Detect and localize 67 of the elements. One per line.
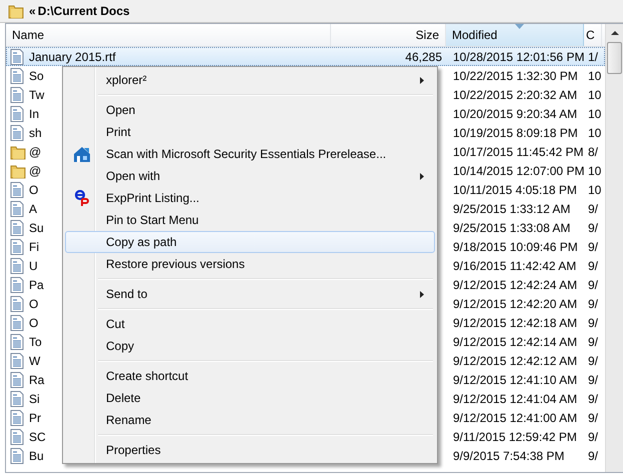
file-name: January 2015.rtf [29, 50, 116, 64]
file-name: To [29, 334, 42, 348]
file-name: Su [29, 220, 44, 234]
file-name: O [29, 316, 38, 330]
table-cell: 9/ [588, 392, 598, 406]
file-name: sh [29, 126, 42, 140]
file-name: Ra [29, 372, 44, 386]
file-name: Pr [29, 410, 41, 424]
file-name: Bu [29, 448, 44, 462]
modified-date: 9/12/2015 12:41:00 AM [453, 410, 578, 424]
modified-date: 9/12/2015 12:41:04 AM [453, 392, 578, 406]
table-cell: 10 [588, 106, 602, 120]
file-size: 46,285 [405, 50, 442, 64]
file-name: @ [29, 144, 42, 158]
table-cell: 10 [588, 182, 602, 196]
file-name: @ [29, 164, 42, 178]
file-name: SC [29, 430, 46, 444]
table-cell: 9/ [588, 202, 598, 216]
table-cell: 9/ [588, 278, 598, 292]
file-name: Si [29, 392, 40, 406]
modified-date: 10/20/2015 9:20:34 AM [453, 106, 578, 120]
table-cell: 10 [588, 126, 602, 140]
modified-date: 9/12/2015 12:41:10 AM [453, 372, 578, 386]
file-name: O [29, 182, 38, 196]
modified-date: 9/12/2015 12:42:18 AM [453, 316, 578, 330]
modified-date: 9/18/2015 10:09:46 PM [453, 240, 578, 254]
table-cell: 9/ [588, 372, 598, 386]
modified-date: 9/16/2015 11:42:42 AM [453, 258, 576, 272]
file-name: U [29, 258, 38, 272]
modified-date: 10/22/2015 2:20:32 AM [453, 88, 578, 102]
table-cell: 9/ [588, 240, 598, 254]
modified-date: 9/11/2015 12:59:42 PM [453, 430, 577, 444]
modified-date: 9/12/2015 12:42:24 AM [453, 278, 578, 292]
file-name: Pa [29, 278, 44, 292]
table-cell: 10 [588, 68, 602, 82]
table-cell: 9/ [588, 316, 598, 330]
modified-date: 9/12/2015 12:42:20 AM [453, 296, 578, 310]
table-cell: 9/ [588, 448, 598, 462]
modified-date: 10/28/2015 12:01:56 PM [453, 50, 584, 64]
file-name: Tw [29, 88, 44, 102]
file-name: So [29, 68, 44, 82]
modified-date: 10/11/2015 4:05:18 PM [453, 182, 577, 196]
table-cell: 9/ [588, 430, 598, 444]
modified-date: 10/17/2015 11:45:42 PM [453, 144, 584, 158]
file-name: In [29, 106, 40, 120]
table-cell: 9/ [588, 296, 598, 310]
file-name: W [29, 354, 40, 368]
table-cell: 1/ [588, 50, 598, 64]
modified-date: 9/25/2015 1:33:12 AM [453, 202, 570, 216]
modified-date: 9/9/2015 7:54:38 PM [453, 448, 564, 462]
table-cell: 9/ [588, 354, 598, 368]
modified-date: 10/22/2015 1:32:30 PM [453, 68, 578, 82]
table-cell: 9/ [588, 220, 598, 234]
modified-date: 10/19/2015 8:09:18 PM [453, 126, 578, 140]
modified-date: 10/14/2015 12:07:00 PM [453, 164, 584, 178]
table-cell: 9/ [588, 258, 598, 272]
table-cell: 9/ [588, 334, 598, 348]
modified-date: 9/12/2015 12:42:14 AM [453, 334, 578, 348]
table-cell: 8/ [588, 144, 598, 158]
table-cell: 9/ [588, 410, 598, 424]
modified-date: 9/25/2015 1:33:08 AM [453, 220, 570, 234]
table-cell: 10 [588, 88, 602, 102]
file-name: O [29, 296, 38, 310]
table-cell: 10 [588, 164, 602, 178]
modified-date: 9/12/2015 12:42:12 AM [453, 354, 578, 368]
file-name: A [29, 202, 38, 216]
file-name: Fi [29, 240, 39, 254]
